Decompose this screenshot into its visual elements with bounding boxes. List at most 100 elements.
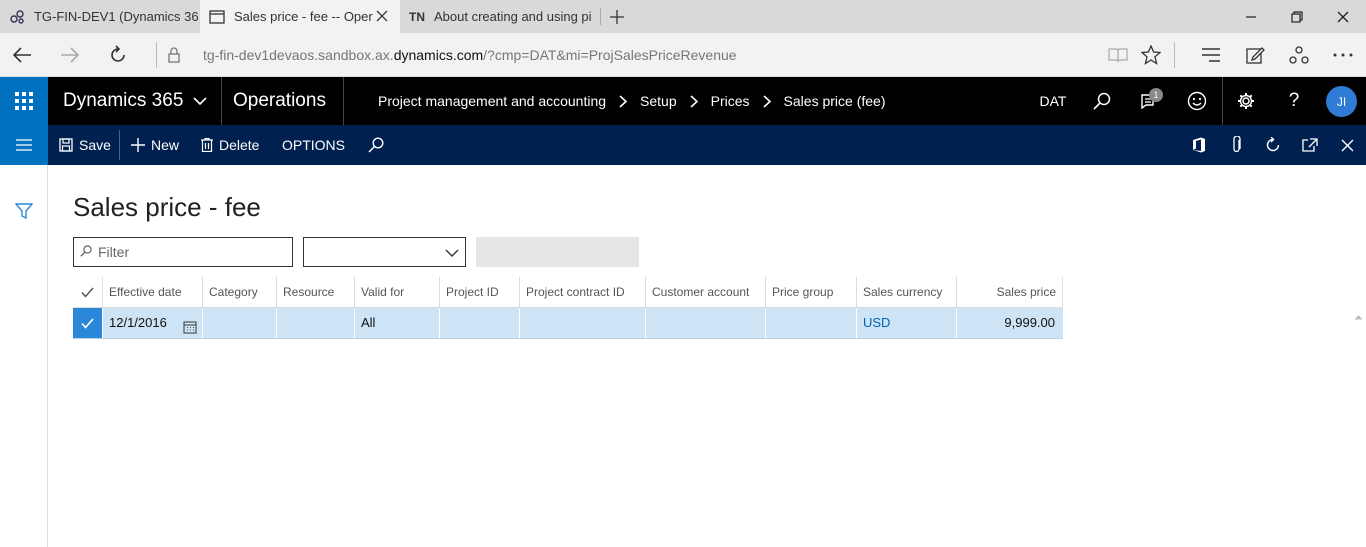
share-icon[interactable] (1283, 39, 1315, 71)
open-new-window-icon[interactable] (1298, 125, 1322, 165)
attachment-icon[interactable] (1225, 125, 1249, 165)
breadcrumb-item[interactable]: Project management and accounting (378, 93, 606, 109)
more-icon[interactable] (1327, 39, 1359, 71)
options-tab[interactable]: OPTIONS (282, 125, 345, 165)
search-icon[interactable] (1088, 77, 1116, 125)
table-row[interactable]: 12/1/2016 All USD 9,999.00 (73, 308, 1063, 339)
refresh-button[interactable] (102, 39, 134, 71)
chevron-down-icon (193, 90, 207, 112)
hamburger-menu-button[interactable] (0, 125, 48, 165)
save-button[interactable]: Save (59, 125, 111, 165)
row-checkbox[interactable] (73, 308, 103, 338)
help-icon[interactable]: ? (1280, 77, 1308, 125)
chevron-right-icon (619, 95, 627, 108)
trash-icon (201, 138, 213, 152)
page-title: Sales price - fee (73, 192, 261, 223)
url-field[interactable]: tg-fin-dev1devaos.sandbox.ax. dynamics.co… (203, 33, 737, 77)
new-button[interactable]: New (131, 125, 179, 165)
divider (343, 77, 344, 125)
select-all-checkbox[interactable] (73, 277, 103, 307)
avatar[interactable]: JI (1326, 86, 1357, 117)
browser-tab-2[interactable]: Sales price - fee -- Oper (200, 0, 400, 33)
breadcrumb-item[interactable]: Sales price (fee) (784, 93, 886, 109)
chevron-right-icon (690, 95, 698, 108)
sales-currency-cell[interactable]: USD (857, 308, 957, 338)
search-icon[interactable] (368, 125, 390, 165)
breadcrumb-item[interactable]: Prices (711, 93, 750, 109)
column-header[interactable]: Customer account (646, 277, 766, 307)
divider (1174, 42, 1175, 68)
effective-date-cell[interactable]: 12/1/2016 (103, 308, 203, 338)
url-domain: dynamics.com (394, 47, 483, 63)
action-pane: Save New Delete OPTIONS (0, 125, 1366, 165)
brand-menu[interactable]: Dynamics 365 (63, 77, 207, 125)
customer-account-cell[interactable] (646, 308, 766, 338)
calendar-icon[interactable] (183, 315, 197, 338)
browser-tab-3[interactable]: TN About creating and using pi (400, 0, 600, 33)
minimize-button[interactable] (1228, 0, 1274, 33)
office-icon[interactable] (1187, 125, 1211, 165)
effective-date-value: 12/1/2016 (109, 315, 167, 330)
column-header[interactable]: Valid for (355, 277, 440, 307)
resource-cell[interactable] (277, 308, 355, 338)
hub-icon[interactable] (1195, 39, 1227, 71)
project-id-cell[interactable] (440, 308, 520, 338)
column-header[interactable]: Price group (766, 277, 857, 307)
column-header[interactable]: Sales price (957, 277, 1063, 307)
back-button[interactable] (6, 39, 38, 71)
column-header[interactable]: Project contract ID (520, 277, 646, 307)
save-icon (59, 138, 73, 152)
browser-tab-1[interactable]: TG-FIN-DEV1 (Dynamics 36 (0, 0, 198, 33)
divider (1222, 77, 1223, 125)
settings-gear-icon[interactable] (1232, 77, 1260, 125)
column-header[interactable]: Project ID (440, 277, 520, 307)
new-label: New (151, 137, 179, 153)
app-navbar: Dynamics 365 Operations Project manageme… (0, 77, 1366, 125)
column-header[interactable]: Resource (277, 277, 355, 307)
tab-label: About creating and using pi (434, 9, 592, 24)
project-contract-id-cell[interactable] (520, 308, 646, 338)
category-cell[interactable] (203, 308, 277, 338)
filter-icon[interactable] (15, 202, 33, 223)
app-launcher-button[interactable] (0, 77, 48, 125)
favorite-star-icon[interactable] (1135, 39, 1167, 71)
close-tab-icon[interactable] (374, 8, 390, 24)
tab-divider (600, 8, 601, 25)
filter-field[interactable] (73, 237, 293, 267)
refresh-icon[interactable] (1261, 125, 1285, 165)
delete-label: Delete (219, 137, 259, 153)
divider (119, 130, 120, 160)
module-name: Operations (233, 77, 326, 125)
breadcrumb-item[interactable]: Setup (640, 93, 677, 109)
web-note-icon[interactable] (1239, 39, 1271, 71)
filter-input[interactable] (98, 244, 278, 260)
browser-address-bar: tg-fin-dev1devaos.sandbox.ax. dynamics.co… (0, 33, 1366, 77)
column-header[interactable]: Effective date (103, 277, 203, 307)
filter-field-dropdown[interactable] (303, 237, 466, 267)
restore-button[interactable] (1274, 0, 1320, 33)
save-label: Save (79, 137, 111, 153)
price-group-cell[interactable] (766, 308, 857, 338)
close-window-button[interactable] (1320, 0, 1366, 33)
divider (156, 42, 157, 68)
plus-icon (131, 138, 145, 152)
valid-for-cell[interactable]: All (355, 308, 440, 338)
sales-currency-link[interactable]: USD (863, 315, 890, 330)
feedback-smiley-icon[interactable] (1183, 77, 1211, 125)
filter-pane (0, 165, 48, 547)
reading-view-icon[interactable] (1102, 39, 1134, 71)
column-header[interactable]: Category (203, 277, 277, 307)
tn-icon: TN (408, 8, 426, 26)
company-picker[interactable]: DAT (1032, 77, 1074, 125)
message-center-icon[interactable] (1136, 77, 1164, 125)
close-icon[interactable] (1335, 125, 1359, 165)
forward-button[interactable] (54, 39, 86, 71)
new-tab-button[interactable] (604, 4, 630, 30)
scroll-up-arrow[interactable] (1354, 308, 1363, 323)
delete-button[interactable]: Delete (201, 125, 259, 165)
breadcrumb: Project management and accounting Setup … (378, 77, 885, 125)
notification-badge: 1 (1149, 88, 1163, 102)
lock-icon (160, 39, 188, 71)
column-header[interactable]: Sales currency (857, 277, 957, 307)
sales-price-cell[interactable]: 9,999.00 (957, 308, 1063, 338)
